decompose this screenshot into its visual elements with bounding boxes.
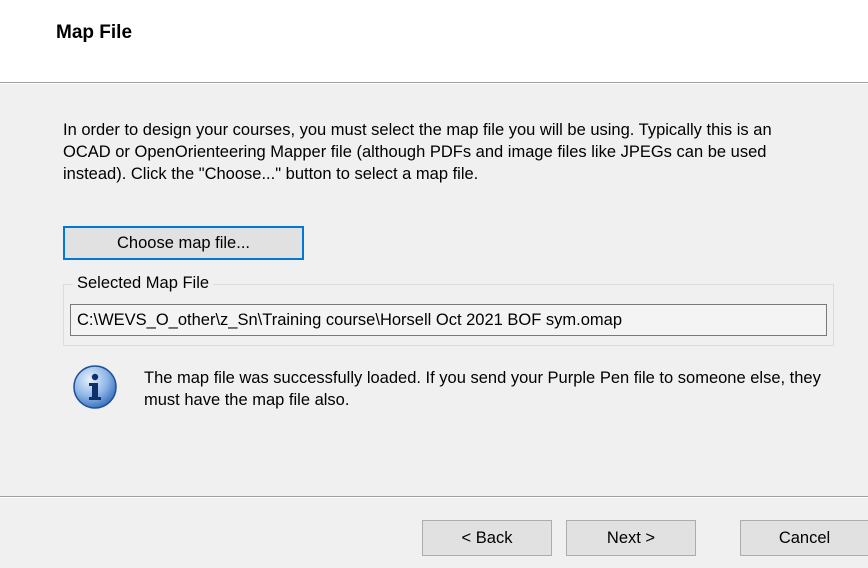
info-icon: [73, 365, 117, 409]
choose-map-file-button[interactable]: Choose map file...: [63, 226, 304, 260]
selected-map-label: Selected Map File: [73, 274, 214, 293]
footer-divider: [0, 496, 868, 498]
back-button[interactable]: < Back: [422, 520, 552, 556]
intro-text: In order to design your courses, you mus…: [63, 121, 772, 183]
next-button[interactable]: Next >: [566, 520, 696, 556]
wizard-header: Map File: [0, 0, 868, 82]
cancel-button[interactable]: Cancel: [740, 520, 868, 556]
info-message: The map file was successfully loaded. If…: [144, 369, 821, 409]
map-file-path-field[interactable]: C:\WEVS_O_other\z_Sn\Training course\Hor…: [70, 304, 827, 336]
page-title: Map File: [56, 22, 133, 43]
header-divider: [0, 82, 868, 84]
